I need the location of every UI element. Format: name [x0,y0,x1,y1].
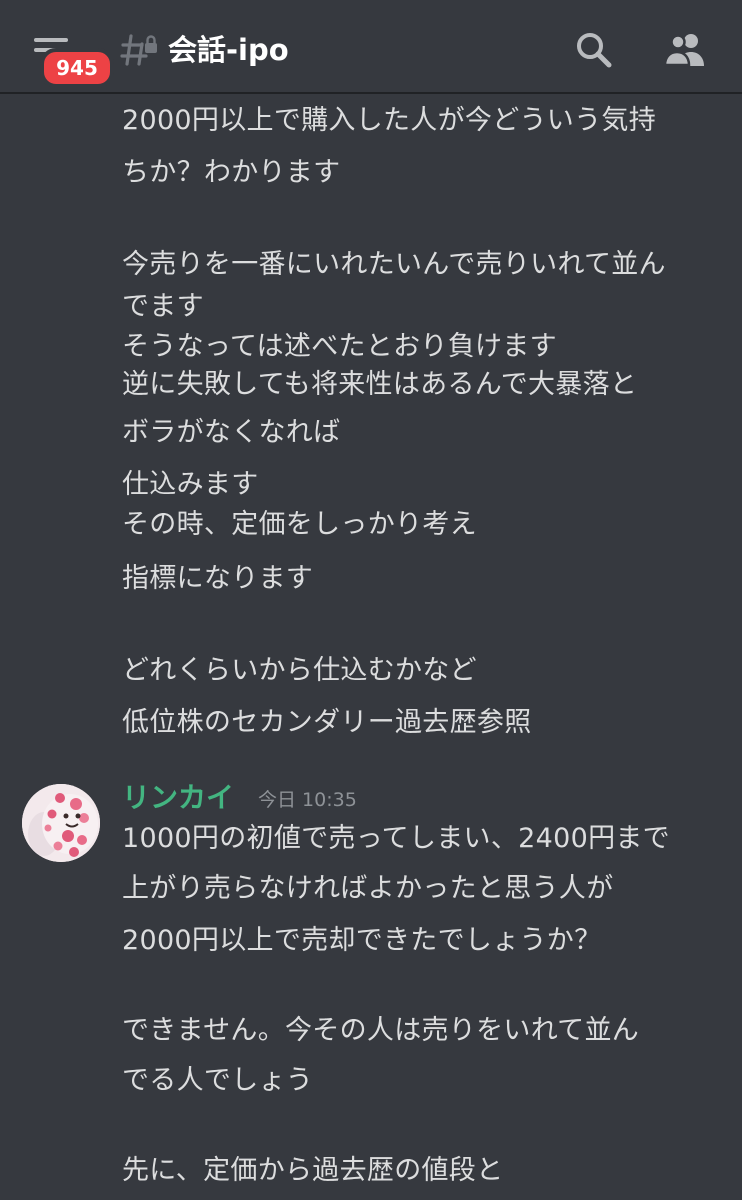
message-line: ちか？わかります [122,157,341,188]
message-line: 逆に失敗しても将来性はあるんで大暴落と [122,369,638,400]
unread-badge: 945 [40,48,114,88]
message-author[interactable]: リンカイ [122,778,234,818]
message-line: 2000円以上で売却できたでしょうか？ [122,925,602,956]
menu-bar [34,38,68,42]
message-timestamp: 今日 10:35 [258,789,357,811]
message-list[interactable]: 2000円以上で購入した人が今どういう気持 ちか？わかります 今売りを一番にいれ… [0,94,742,1200]
channel-name: 会話-ipo [168,33,289,67]
message-line: 今売りを一番にいれたいんで売りいれて並ん [122,249,666,280]
avatar-image [22,784,100,862]
message-line: でます [122,291,204,322]
message-line: 指標になります [122,563,314,594]
message-line: 2000円以上で購入した人が今どういう気持 [122,105,657,136]
message-line: でる人でしょう [122,1065,314,1096]
members-icon[interactable] [664,30,706,70]
avatar[interactable] [22,784,100,862]
message-line: 低位株のセカンダリー過去歴参照 [122,707,532,738]
message-line: 1000円の初値で売ってしまい、2400円まで [122,823,670,854]
search-icon[interactable] [574,30,614,70]
message-line: 先に、定価から過去歴の値段と [122,1155,504,1186]
message-line: どれくらいから仕込むかなど [122,655,477,686]
channel-header: 945 会話-ipo [0,0,742,94]
message-line: 上がり売らなければよかったと思う人が [122,873,614,904]
locked-text-channel-icon [120,34,157,66]
message-line: 仕込みます [122,469,259,500]
message-line: ボラがなくなれば [122,417,341,448]
message-line: そうなっては述べたとおり負けます [122,331,557,362]
message-line: できません。今その人は売りをいれて並ん [122,1015,640,1046]
message-line: その時、定価をしっかり考え [122,509,477,540]
